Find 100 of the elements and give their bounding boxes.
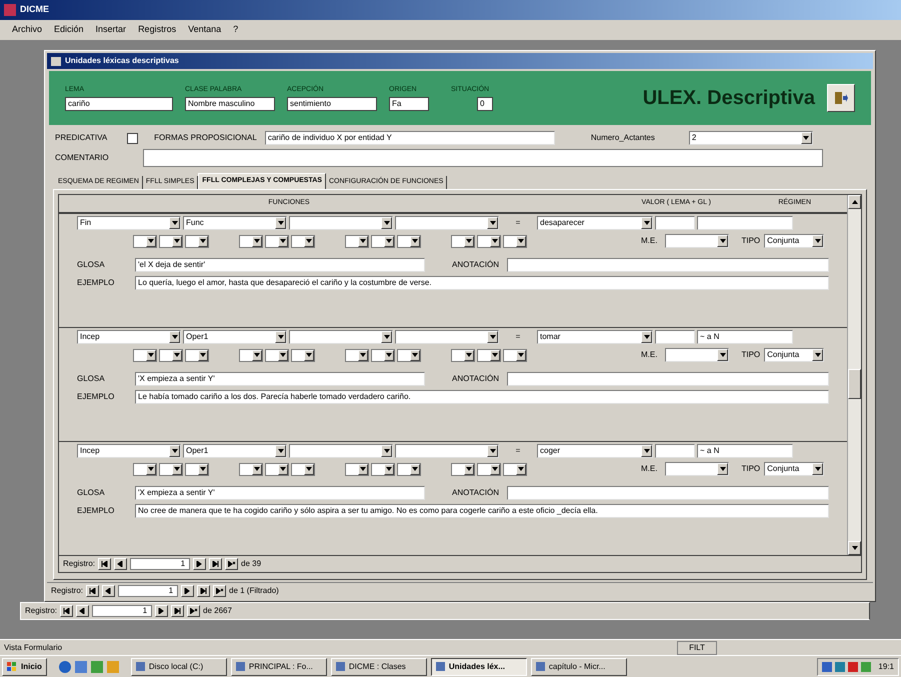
small-dropdown[interactable]: [239, 234, 263, 248]
small-dropdown[interactable]: [291, 234, 315, 248]
next-record-button[interactable]: [155, 605, 168, 617]
next-record-button[interactable]: [181, 585, 194, 597]
small-dropdown[interactable]: [133, 234, 157, 248]
function-dropdown[interactable]: Oper1: [183, 330, 287, 344]
regimen-field[interactable]: ~ a N: [697, 444, 793, 458]
small-dropdown[interactable]: [159, 348, 183, 362]
exit-button[interactable]: [827, 84, 855, 112]
function-dropdown[interactable]: Fin: [77, 216, 181, 230]
small-dropdown[interactable]: [345, 234, 369, 248]
function-dropdown[interactable]: Func: [183, 216, 287, 230]
menu-item[interactable]: Insertar: [96, 23, 126, 37]
small-dropdown[interactable]: [185, 348, 209, 362]
small-dropdown[interactable]: [133, 462, 157, 476]
function-dropdown[interactable]: [395, 330, 499, 344]
value-dropdown[interactable]: tomar: [537, 330, 653, 344]
tray-icon[interactable]: [822, 662, 832, 672]
header-field[interactable]: cariño: [65, 97, 173, 112]
small-dropdown[interactable]: [397, 348, 421, 362]
small-dropdown[interactable]: [239, 462, 263, 476]
small-dropdown[interactable]: [159, 462, 183, 476]
function-dropdown[interactable]: [395, 216, 499, 230]
first-record-button[interactable]: [60, 605, 74, 617]
dropdown-field[interactable]: [665, 234, 730, 248]
type-dropdown[interactable]: Conjunta: [764, 348, 824, 362]
menu-item[interactable]: Archivo: [12, 23, 42, 37]
checkbox[interactable]: [127, 132, 138, 144]
actants-dropdown[interactable]: 2: [688, 131, 813, 145]
gloss-field[interactable]: 'el X deja de sentir': [135, 258, 425, 272]
small-dropdown[interactable]: [451, 348, 475, 362]
small-dropdown[interactable]: [265, 348, 289, 362]
new-record-button[interactable]: [187, 605, 200, 617]
annotation-field[interactable]: [507, 258, 829, 272]
small-dropdown[interactable]: [451, 234, 475, 248]
vertical-scrollbar[interactable]: [847, 195, 861, 555]
new-record-button[interactable]: [225, 558, 238, 570]
first-record-button[interactable]: [98, 558, 112, 570]
function-dropdown[interactable]: Oper1: [183, 444, 287, 458]
small-dropdown[interactable]: [239, 348, 263, 362]
small-dropdown[interactable]: [371, 348, 395, 362]
small-dropdown[interactable]: [397, 462, 421, 476]
small-dropdown[interactable]: [291, 348, 315, 362]
regimen-field[interactable]: [697, 216, 793, 230]
new-record-button[interactable]: [213, 585, 226, 597]
small-dropdown[interactable]: [371, 234, 395, 248]
menu-item[interactable]: ?: [233, 23, 238, 37]
function-dropdown[interactable]: [289, 444, 393, 458]
previous-record-button[interactable]: [76, 605, 90, 617]
gloss-field[interactable]: 'X empieza a sentir Y': [135, 372, 425, 386]
small-dropdown[interactable]: [477, 234, 501, 248]
text-field[interactable]: [655, 330, 695, 344]
small-dropdown[interactable]: [133, 348, 157, 362]
function-dropdown[interactable]: Incep: [77, 444, 181, 458]
type-dropdown[interactable]: Conjunta: [764, 234, 824, 248]
record-number-field[interactable]: 1: [130, 558, 190, 570]
small-dropdown[interactable]: [159, 234, 183, 248]
small-dropdown[interactable]: [397, 234, 421, 248]
small-dropdown[interactable]: [265, 234, 289, 248]
menu-item[interactable]: Ventana: [188, 23, 222, 37]
menu-item[interactable]: Registros: [138, 23, 176, 37]
header-field[interactable]: 0: [477, 97, 493, 112]
comment-field[interactable]: [143, 149, 823, 167]
taskbar-item[interactable]: PRINCIPAL : Fo...: [230, 658, 327, 676]
function-dropdown[interactable]: [289, 216, 393, 230]
text-field[interactable]: [655, 444, 695, 458]
small-dropdown[interactable]: [371, 462, 395, 476]
small-dropdown[interactable]: [503, 462, 527, 476]
start-button[interactable]: Inicio: [2, 658, 47, 676]
small-dropdown[interactable]: [345, 348, 369, 362]
first-record-button[interactable]: [86, 585, 100, 597]
taskbar-item[interactable]: capítulo - Micr...: [530, 658, 627, 676]
function-dropdown[interactable]: Incep: [77, 330, 181, 344]
record-number-field[interactable]: 1: [92, 605, 152, 617]
small-dropdown[interactable]: [291, 462, 315, 476]
small-dropdown[interactable]: [185, 234, 209, 248]
annotation-field[interactable]: [507, 372, 829, 386]
type-dropdown[interactable]: Conjunta: [764, 462, 824, 476]
small-dropdown[interactable]: [477, 348, 501, 362]
tray-icon[interactable]: [835, 662, 846, 672]
proposition-field[interactable]: cariño de individuo X por entidad Y: [264, 131, 555, 145]
taskbar-item[interactable]: Unidades léx...: [430, 658, 527, 676]
value-dropdown[interactable]: desaparecer: [537, 216, 653, 230]
next-record-button[interactable]: [193, 558, 206, 570]
gloss-field[interactable]: 'X empieza a sentir Y': [135, 486, 425, 500]
value-dropdown[interactable]: coger: [537, 444, 653, 458]
tray-icon[interactable]: [848, 662, 858, 672]
example-field[interactable]: No cree de manera que te ha cogido cariño y sólo aspira a ser tu amigo. No es como para cogerle cariño a este oficio _decía ella.: [135, 504, 829, 518]
small-dropdown[interactable]: [185, 462, 209, 476]
small-dropdown[interactable]: [451, 462, 475, 476]
small-dropdown[interactable]: [345, 462, 369, 476]
annotation-field[interactable]: [507, 486, 829, 500]
small-dropdown[interactable]: [265, 462, 289, 476]
header-field[interactable]: Fa: [389, 97, 429, 112]
text-field[interactable]: [655, 216, 695, 230]
header-field[interactable]: sentimiento: [287, 97, 377, 112]
function-dropdown[interactable]: [395, 444, 499, 458]
example-field[interactable]: Le había tomado cariño a los dos. Parecía haberle tomado verdadero cariño.: [135, 390, 829, 404]
record-number-field[interactable]: 1: [118, 585, 178, 597]
example-field[interactable]: Lo quería, luego el amor, hasta que desapareció el cariño y la costumbre de verse.: [135, 276, 829, 290]
